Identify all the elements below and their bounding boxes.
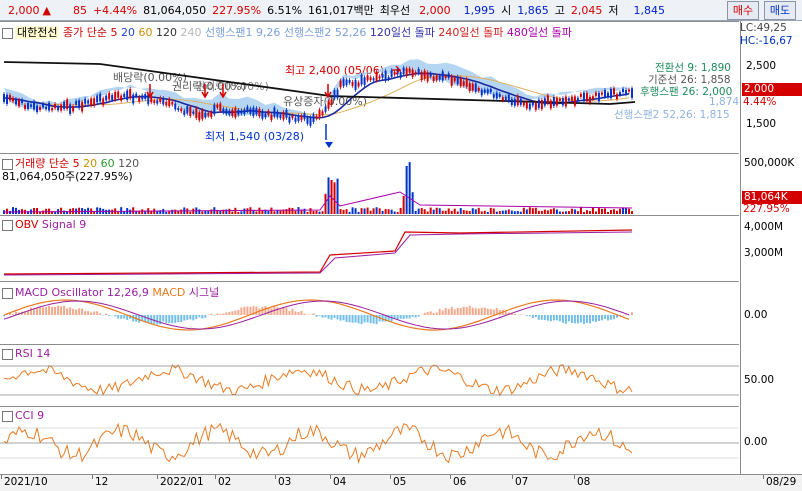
legend-item: 60 [135, 26, 153, 39]
high-price: 2,045 [568, 4, 606, 17]
obv-axis-tick-4000: 4,000M [744, 221, 783, 233]
price-panel[interactable] [0, 21, 739, 154]
buy-button[interactable]: 매수 [727, 1, 759, 20]
price-tag: 2,000 [742, 83, 802, 96]
ichimoku-span2: 선행스팬2 52,26: 1,815 [614, 107, 730, 122]
checkbox-icon[interactable] [2, 411, 13, 422]
legend-item: 120 [152, 26, 177, 39]
legend-item: 선행스팬1 9,26 [201, 26, 280, 39]
date-label: 02 [218, 476, 231, 488]
cci-header: CCI 9 [2, 409, 44, 422]
cci-axis-tick: 0.00 [744, 436, 767, 448]
obv-axis-tick-3000: 3,000M [744, 247, 783, 259]
date-label: 06 [453, 476, 466, 488]
best-ask-label: 최우선 [377, 2, 413, 18]
quote-bar: 2,000 ▲ 85 +4.44% 81,064,050 227.95% 6.5… [0, 0, 802, 21]
high-label: 고 [552, 2, 568, 18]
obv-header: OBV Signal 9 [2, 218, 86, 231]
up-arrow-icon: ▲ [43, 4, 51, 17]
date-tick [390, 475, 391, 479]
date-tick [157, 475, 158, 479]
legend-item: 480일선 돌파 [503, 26, 571, 39]
volume-pct-tag: 227.95% [743, 203, 790, 215]
date-label: 08 [577, 476, 590, 488]
date-tick [215, 475, 216, 479]
annotation-capital-increase: 유상증자(0.00%) [283, 93, 367, 109]
indicator-legend: 종가 단순 5 20 60 120 240 선행스팬1 9,26 선행스팬2 5… [63, 26, 572, 39]
legend-item: 120일선 돌파 [366, 26, 434, 39]
best-ask: 2,000 [413, 4, 454, 17]
trade-amount: 161,017백만 [305, 2, 377, 18]
rsi-panel[interactable] [0, 344, 739, 407]
hc-label: HC:-16,67 [740, 35, 793, 47]
date-tick [92, 475, 93, 479]
legend-item: 240 [177, 26, 202, 39]
date-label: 07 [515, 476, 528, 488]
annotation-rights-2: 권리락(0.00%) [195, 78, 269, 94]
legend-item: 종가 단순 5 [63, 26, 117, 39]
date-tick [330, 475, 331, 479]
sell-button[interactable]: 매도 [764, 1, 796, 20]
stock-name: 대한전선 [15, 26, 59, 39]
checkbox-icon[interactable] [2, 220, 13, 231]
date-label: 12 [95, 476, 108, 488]
date-tick [763, 475, 764, 479]
low-label: 저 [605, 2, 621, 18]
volume-axis-tick: 500,000K [744, 157, 794, 169]
price-change: 85 [51, 4, 90, 17]
price-change-pct: +4.44% [90, 4, 140, 17]
checkbox-icon[interactable] [2, 28, 13, 39]
open-price: 1,865 [514, 4, 552, 17]
price-pct-tag: 4.44% [743, 96, 776, 108]
volume-ratio: 227.95% [209, 4, 264, 17]
cci-panel[interactable] [0, 406, 739, 475]
date-label: 2022/01 [160, 476, 204, 488]
obv-panel[interactable] [0, 215, 739, 282]
volume-value: 81,064,050주(227.95%) [2, 168, 133, 184]
date-label: 04 [333, 476, 346, 488]
date-tick [512, 475, 513, 479]
trade-volume: 81,064,050 [140, 4, 209, 17]
axis-tick-2500: 2,500 [746, 60, 776, 72]
date-tick [1, 475, 2, 479]
date-label: 05 [393, 476, 406, 488]
date-tick [574, 475, 575, 479]
annotation-high: 최고 2,400 (05/06) [285, 62, 384, 78]
date-label: 03 [278, 476, 291, 488]
low-price: 1,845 [622, 4, 669, 17]
axis-tick-1500: 1,500 [746, 118, 776, 130]
checkbox-icon[interactable] [2, 288, 13, 299]
current-price: 2,000 [0, 4, 43, 17]
legend-item: 선행스팬2 52,26 [280, 26, 366, 39]
turnover-rate: 6.51% [264, 4, 305, 17]
macd-header: MACD Oscillator 12,26,9 MACD 시그널 [2, 284, 219, 300]
price-panel-header: 대한전선 종가 단순 5 20 60 120 240 선행스팬1 9,26 선행… [2, 24, 572, 40]
date-tick [275, 475, 276, 479]
legend-item: 20 [117, 26, 135, 39]
macd-axis-tick: 0.00 [744, 309, 767, 321]
date-axis[interactable]: 2021/10 12 2022/01 02 03 04 05 06 07 08 08/29 [0, 474, 802, 491]
open-label: 시 [498, 2, 514, 18]
rsi-axis-tick: 50.00 [744, 374, 774, 386]
best-bid: 1,995 [454, 4, 499, 17]
annotation-low: 최저 1,540 (03/28) [205, 128, 304, 144]
date-label: 08/29 [766, 476, 796, 488]
rsi-header: RSI 14 [2, 347, 50, 360]
date-tick [450, 475, 451, 479]
date-label: 2021/10 [4, 476, 48, 488]
lc-label: LC:49,25 [740, 22, 787, 34]
checkbox-icon[interactable] [2, 349, 13, 360]
legend-item: 240일선 돌파 [435, 26, 503, 39]
